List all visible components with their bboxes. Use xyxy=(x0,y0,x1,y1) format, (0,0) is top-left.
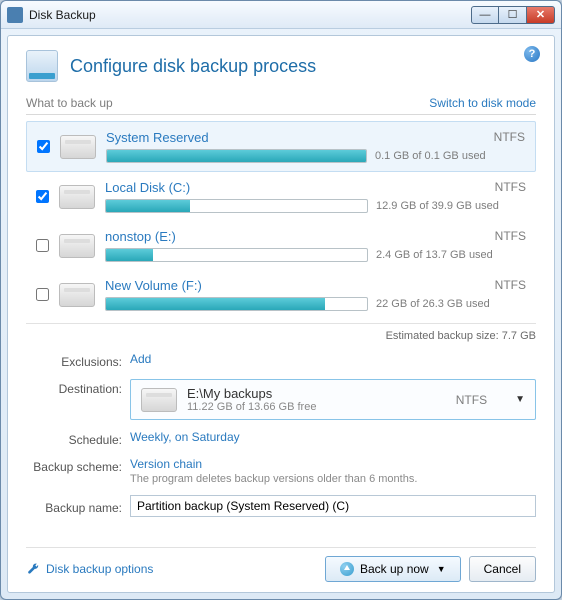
volume-row[interactable]: Local Disk (C:) NTFS 12.9 GB of 39.9 GB us… xyxy=(26,172,536,221)
volume-usage: 2.4 GB of 13.7 GB used xyxy=(376,249,526,261)
disk-icon xyxy=(59,234,95,258)
schedule-label: Schedule: xyxy=(26,430,122,447)
backup-now-button[interactable]: Back up now ▼ xyxy=(325,556,461,582)
volume-name: Local Disk (C:) xyxy=(105,180,190,195)
scheme-link[interactable]: Version chain xyxy=(130,457,202,471)
page-title: Configure disk backup process xyxy=(70,56,316,77)
divider xyxy=(26,114,536,115)
window-controls xyxy=(471,6,555,24)
disk-icon xyxy=(141,388,177,412)
help-icon[interactable]: ? xyxy=(524,46,540,62)
chevron-down-icon: ▼ xyxy=(515,394,525,405)
switch-mode-link[interactable]: Switch to disk mode xyxy=(429,96,536,110)
destination-free: 11.22 GB of 13.66 GB free xyxy=(187,401,446,413)
section-header: What to back up Switch to disk mode xyxy=(26,96,536,110)
usage-bar xyxy=(106,149,367,163)
exclusions-label: Exclusions: xyxy=(26,352,122,369)
volume-checkbox[interactable] xyxy=(37,140,50,153)
form: Exclusions: Add Destination: E:\My backu… xyxy=(26,352,536,517)
backup-name-input[interactable] xyxy=(130,495,536,517)
cancel-button[interactable]: Cancel xyxy=(469,556,536,582)
volume-row[interactable]: New Volume (F:) NTFS 22 GB of 26.3 GB used xyxy=(26,270,536,319)
usage-bar xyxy=(105,199,368,213)
close-button[interactable] xyxy=(527,6,555,24)
up-arrow-icon xyxy=(340,562,354,576)
volume-checkbox[interactable] xyxy=(36,239,49,252)
volume-name: nonstop (E:) xyxy=(105,229,176,244)
volume-checkbox[interactable] xyxy=(36,288,49,301)
backup-now-label: Back up now xyxy=(360,562,429,576)
backup-options-link[interactable]: Disk backup options xyxy=(46,562,153,576)
backup-name-label: Backup name: xyxy=(26,498,122,515)
schedule-link[interactable]: Weekly, on Saturday xyxy=(130,430,240,444)
volume-usage: 12.9 GB of 39.9 GB used xyxy=(376,200,526,212)
chevron-down-icon: ▼ xyxy=(437,564,446,574)
content-panel: ? Configure disk backup process What to … xyxy=(7,35,555,593)
volume-fs: NTFS xyxy=(495,278,526,293)
disk-icon xyxy=(60,135,96,159)
estimated-size: Estimated backup size: 7.7 GB xyxy=(26,323,536,342)
volume-name: New Volume (F:) xyxy=(105,278,202,293)
disk-backup-icon xyxy=(26,50,58,82)
destination-selector[interactable]: E:\My backups 11.22 GB of 13.66 GB free … xyxy=(130,379,536,420)
volume-checkbox[interactable] xyxy=(36,190,49,203)
volume-usage: 22 GB of 26.3 GB used xyxy=(376,298,526,310)
window-title: Disk Backup xyxy=(29,8,471,22)
destination-path: E:\My backups xyxy=(187,386,446,401)
maximize-button[interactable] xyxy=(499,6,527,24)
volume-row[interactable]: System Reserved NTFS 0.1 GB of 0.1 GB used xyxy=(26,121,536,172)
scheme-description: The program deletes backup versions olde… xyxy=(130,473,536,485)
volume-usage: 0.1 GB of 0.1 GB used xyxy=(375,150,525,162)
destination-fs: NTFS xyxy=(456,393,487,407)
volume-list: System Reserved NTFS 0.1 GB of 0.1 GB used… xyxy=(26,121,536,319)
minimize-button[interactable] xyxy=(471,6,499,24)
section-label: What to back up xyxy=(26,96,113,110)
volume-fs: NTFS xyxy=(495,229,526,244)
destination-label: Destination: xyxy=(26,379,122,396)
app-icon xyxy=(7,7,23,23)
scheme-label: Backup scheme: xyxy=(26,457,122,474)
wrench-icon xyxy=(26,562,40,576)
footer: Disk backup options Back up now ▼ Cancel xyxy=(26,547,536,582)
window: Disk Backup ? Configure disk backup proc… xyxy=(0,0,562,600)
exclusions-add-link[interactable]: Add xyxy=(130,352,151,366)
usage-bar xyxy=(105,248,368,262)
volume-fs: NTFS xyxy=(495,180,526,195)
usage-bar xyxy=(105,297,368,311)
page-header: Configure disk backup process xyxy=(26,50,536,82)
volume-name: System Reserved xyxy=(106,130,209,145)
cancel-label: Cancel xyxy=(484,562,521,576)
disk-icon xyxy=(59,185,95,209)
volume-fs: NTFS xyxy=(494,130,525,145)
titlebar[interactable]: Disk Backup xyxy=(1,1,561,29)
volume-row[interactable]: nonstop (E:) NTFS 2.4 GB of 13.7 GB used xyxy=(26,221,536,270)
disk-icon xyxy=(59,283,95,307)
